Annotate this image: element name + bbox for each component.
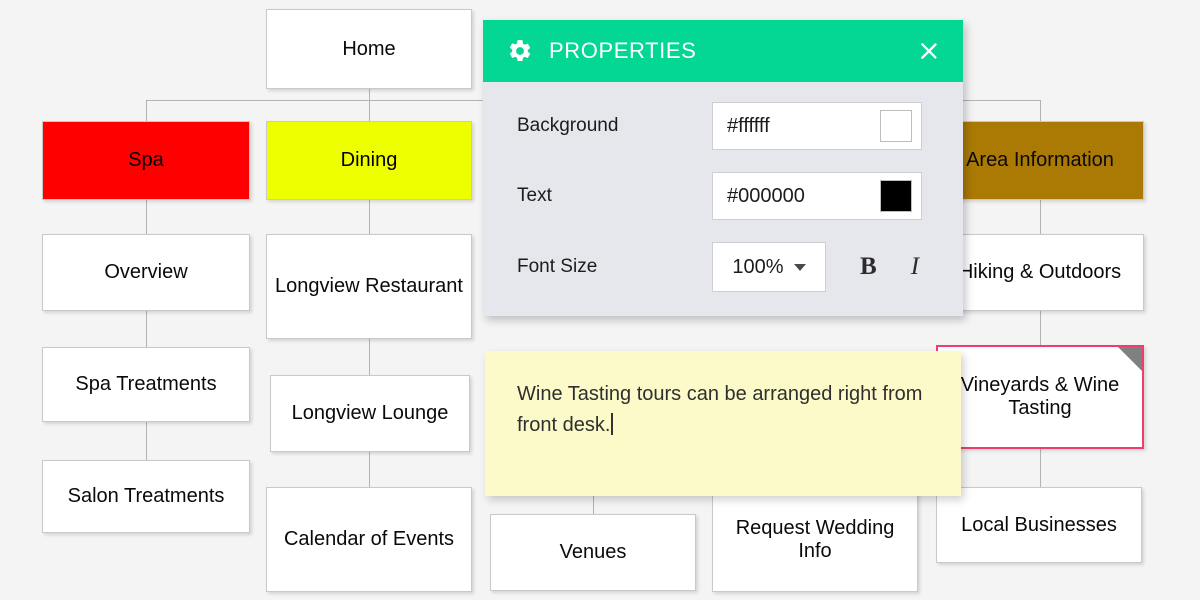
close-icon[interactable] [915,37,943,65]
sitemap-node-label: Vineyards & Wine Tasting [946,374,1134,420]
sitemap-node-home[interactable]: Home [266,9,472,89]
font-size-select[interactable]: 100% [712,242,826,292]
properties-panel-body: Background #ffffff Text #000000 Font Siz… [483,82,963,316]
sitemap-node-label: Dining [341,149,398,172]
text-row: Text #000000 [483,172,963,220]
connector [146,422,147,460]
sitemap-node-hiking[interactable]: Hiking & Outdoors [936,234,1144,311]
chevron-down-icon [794,264,806,271]
sitemap-node-label: Salon Treatments [68,485,225,508]
background-row: Background #ffffff [483,102,963,150]
panel-title: PROPERTIES [549,38,915,64]
sitemap-node-request-wedding-info[interactable]: Request Wedding Info [712,487,918,592]
note-textarea[interactable]: Wine Tasting tours can be arranged right… [485,351,961,496]
note-text: Wine Tasting tours can be arranged right… [517,383,922,436]
properties-panel-header: PROPERTIES [483,20,963,82]
connector [369,339,370,375]
background-color-value: #ffffff [727,115,770,138]
connector [369,200,370,234]
properties-panel: PROPERTIES Background #ffffff Text #0000… [483,20,963,316]
sitemap-node-label: Request Wedding Info [721,517,909,563]
text-color-field[interactable]: #000000 [712,172,922,220]
background-color-field[interactable]: #ffffff [712,102,922,150]
sitemap-node-dining[interactable]: Dining [266,121,472,200]
sitemap-node-label: Calendar of Events [284,528,454,551]
sitemap-node-label: Venues [560,541,627,564]
sitemap-node-salon-treatments[interactable]: Salon Treatments [42,460,250,533]
connector [146,200,147,234]
sitemap-canvas: Home Spa Dining Area Information Overview Lon… [0,0,1200,600]
font-size-label: Font Size [517,256,712,278]
text-color-value: #000000 [727,185,805,208]
sitemap-node-label: Hiking & Outdoors [959,261,1121,284]
connector [146,311,147,347]
sitemap-node-spa-treatments[interactable]: Spa Treatments [42,347,250,422]
sitemap-node-label: Home [342,38,395,61]
sitemap-node-vineyards[interactable]: Vineyards & Wine Tasting [936,345,1144,449]
sitemap-node-label: Spa [128,149,164,172]
font-size-value: 100% [732,256,783,279]
connector [146,100,147,121]
sitemap-node-area-info[interactable]: Area Information [936,121,1144,200]
connector [1040,449,1041,487]
italic-button[interactable]: I [911,253,919,281]
sitemap-node-overview[interactable]: Overview [42,234,250,311]
connector [1040,200,1041,234]
note-indicator-icon [1118,347,1142,371]
text-color-swatch[interactable] [880,180,912,212]
connector [369,452,370,487]
connector [1040,311,1041,345]
sitemap-node-spa[interactable]: Spa [42,121,250,200]
background-color-swatch[interactable] [880,110,912,142]
background-label: Background [517,115,712,137]
sitemap-node-label: Longview Lounge [292,402,449,425]
text-cursor [611,413,613,435]
sitemap-node-longview-restaurant[interactable]: Longview Restaurant [266,234,472,339]
sitemap-node-label: Local Businesses [961,514,1117,537]
sitemap-node-label: Area Information [966,149,1114,172]
sitemap-node-label: Overview [104,261,187,284]
gear-icon [507,38,533,64]
sitemap-node-venues[interactable]: Venues [490,514,696,591]
sitemap-node-label: Spa Treatments [75,373,216,396]
sitemap-node-longview-lounge[interactable]: Longview Lounge [270,375,470,452]
text-label: Text [517,185,712,207]
sitemap-node-label: Longview Restaurant [275,275,463,298]
font-size-row: Font Size 100% B I [483,242,963,292]
connector [369,100,370,121]
sitemap-node-local-businesses[interactable]: Local Businesses [936,487,1142,563]
sitemap-node-calendar[interactable]: Calendar of Events [266,487,472,592]
connector [1040,100,1041,121]
bold-button[interactable]: B [860,253,877,281]
